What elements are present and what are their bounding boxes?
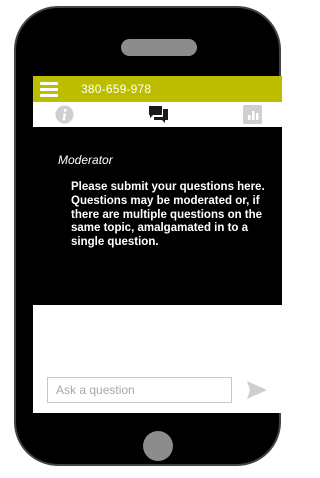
chat-icon xyxy=(149,106,168,123)
app-title: 380-659-978 xyxy=(81,82,152,96)
tab-chat[interactable] xyxy=(148,105,169,124)
app-screen: 380-659-978 Moderator Please submit your… xyxy=(33,76,282,413)
hamburger-menu-icon[interactable] xyxy=(40,80,58,98)
top-bar: 380-659-978 xyxy=(33,76,282,102)
poll-chart-icon xyxy=(243,105,262,124)
tab-polls[interactable] xyxy=(243,105,262,124)
moderator-label: Moderator xyxy=(58,153,113,167)
send-icon xyxy=(247,381,267,399)
home-button[interactable] xyxy=(143,431,173,461)
phone-speaker xyxy=(121,39,197,56)
chat-message-area: Moderator Please submit your questions h… xyxy=(33,127,282,305)
tab-bar xyxy=(33,102,282,127)
info-icon xyxy=(55,105,74,124)
composer-area xyxy=(33,305,282,413)
send-button[interactable] xyxy=(246,380,268,400)
question-input[interactable] xyxy=(47,377,232,403)
moderator-message: Please submit your questions here. Quest… xyxy=(71,181,265,249)
tab-info[interactable] xyxy=(55,105,74,124)
